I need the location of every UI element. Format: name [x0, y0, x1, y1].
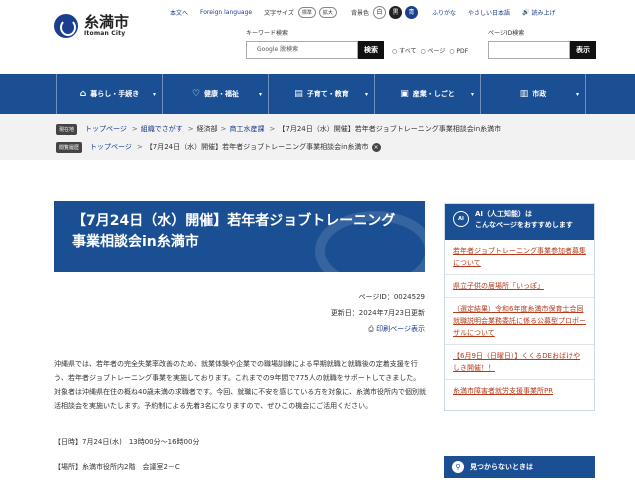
keyword-search-input[interactable]: Google 脱検索	[246, 41, 358, 59]
current-location-tag: 現在地	[56, 123, 78, 135]
chevron-down-icon: ▾	[152, 90, 156, 98]
nav-item-city-gov[interactable]: ▥ 市政 ▾	[480, 74, 586, 114]
breadcrumb-separator: >	[136, 143, 143, 151]
breadcrumb-top[interactable]: トップページ	[85, 124, 127, 134]
recommend-link[interactable]: 県立子供の居場所「いっぽ」	[445, 275, 594, 298]
heart-icon: ♡	[191, 89, 201, 99]
recommend-link[interactable]: （選定結果）令和6年度糸満市保育士合同就職説明会業務委託に係る公募型プロポーザル…	[445, 298, 594, 345]
ai-recommend-box: AI AI（人工知能）は こんなページをおすすめします 若年者ジョブトレーニング…	[444, 203, 595, 411]
history-tag: 閲覧履歴	[56, 141, 83, 153]
ai-recommend-title: AI（人工知能）は こんなページをおすすめします	[475, 210, 573, 229]
radio-icon[interactable]: ○	[392, 48, 397, 55]
city-name: 糸満市	[84, 13, 130, 31]
contrast-label: 背景色	[350, 10, 369, 17]
page-id-search-label: ページID検索	[488, 30, 525, 37]
breadcrumb-org[interactable]: 組織でさがす	[141, 124, 183, 134]
recommend-link[interactable]: 若年者ジョブトレーニング事業参加者募集について	[445, 240, 594, 275]
city-name-en: Itoman City	[84, 30, 126, 37]
scope-all[interactable]: すべて	[399, 48, 416, 55]
chevron-down-icon: ▾	[258, 90, 262, 98]
radio-icon[interactable]: ○	[420, 48, 425, 55]
print-link-text[interactable]: 印刷ページ表示	[376, 325, 425, 333]
recommend-link[interactable]: 【6月9日（日曜日）】くくるDEおばけやしき開催！！	[445, 345, 594, 380]
global-nav: ⌂ 暮らし・手続き ▾ ♡ 健康・福祉 ▾ ▤ 子育て・教育 ▾ ▣ 産業・しごと ▾ ▥ 市政 ▾	[0, 74, 635, 114]
search-icon: ⚲	[452, 461, 464, 473]
scope-page[interactable]: ページ	[428, 48, 446, 55]
event-place: 【場所】糸満市役所内2階 会議室2－C	[54, 463, 180, 471]
book-icon: ▤	[294, 89, 303, 99]
page-id-search-button[interactable]: 表示	[570, 41, 596, 59]
breadcrumb-separator: >	[187, 125, 194, 133]
contrast-black-button[interactable]: 黒	[388, 6, 402, 19]
breadcrumb-dept: 経済部	[196, 125, 218, 133]
nav-item-health[interactable]: ♡ 健康・福祉 ▾	[162, 74, 268, 114]
printer-icon: ⎙	[368, 325, 377, 333]
search-scope-options: ○ すべて ○ ページ ○ PDF	[392, 46, 468, 55]
house-icon: ⌂	[79, 89, 87, 99]
recommend-link[interactable]: 糸満市障害者就労支援事業所PR	[445, 380, 594, 402]
not-found-button[interactable]: ⚲ 見つからないときは	[444, 456, 595, 478]
radio-icon[interactable]: ○	[449, 48, 454, 55]
chevron-down-icon: ▾	[575, 90, 579, 98]
updated-date: 更新日：2024年7月23日更新	[330, 309, 425, 317]
ai-recommend-header: AI AI（人工知能）は こんなページをおすすめします	[445, 204, 594, 240]
not-found-label: 見つからないときは	[470, 463, 533, 471]
furigana-link[interactable]: ふりがな	[432, 8, 456, 17]
utility-bar: 本文へ Foreign language 文字サイズ 標準 拡大 背景色 白 黒…	[170, 6, 555, 19]
breadcrumb-section[interactable]: 商工水産課	[230, 124, 265, 134]
font-size-label: 文字サイズ	[264, 10, 294, 17]
breadcrumb-separator: >	[269, 125, 276, 133]
ai-icon: AI	[453, 211, 469, 227]
nav-label: 子育て・教育	[306, 90, 349, 98]
breadcrumb: 現在地 トップページ > 組織でさがす > 経済部 > 商工水産課 > 【7月24日（水…	[56, 120, 635, 138]
article-body: 沖縄県では、若年者の完全失業率改善のため、就業体験や企業での職場訓練による早期就…	[54, 360, 426, 410]
site-header: 糸満市 Itoman City 本文へ Foreign language 文字サ…	[0, 0, 635, 74]
nav-label: 産業・しごと	[412, 90, 455, 98]
page-id: ページID：0024529	[358, 293, 426, 301]
chevron-down-icon: ▾	[470, 90, 474, 98]
page-title-banner: 【7月24日（水）開催】若年者ジョブトレーニング事業相談会in糸満市	[54, 201, 425, 272]
breadcrumb-current: 【7月24日（水）開催】若年者ジョブトレーニング事業相談会in糸満市	[278, 125, 502, 133]
close-icon[interactable]: ×	[371, 142, 381, 152]
breadcrumb-separator: >	[131, 125, 138, 133]
nav-item-industry[interactable]: ▣ 産業・しごと ▾	[374, 74, 480, 114]
keyword-search-label: キーワード検索	[246, 30, 289, 37]
building-icon: ▥	[519, 89, 529, 99]
contrast-white-button[interactable]: 白	[372, 6, 386, 19]
event-datetime: 【日時】7月24日(水) 13時00分～16時00分	[54, 438, 200, 446]
easy-japanese-link[interactable]: やさしい日本語	[468, 8, 510, 17]
breadcrumb-area: 現在地 トップページ > 組織でさがす > 経済部 > 商工水産課 > 【7月24日（水…	[0, 114, 635, 160]
font-size-large-button[interactable]: 拡大	[318, 7, 337, 18]
page-id-input[interactable]	[488, 41, 570, 59]
contrast-blue-button[interactable]: 青	[404, 6, 418, 19]
skip-to-content-link[interactable]: 本文へ	[170, 8, 188, 17]
nav-item-childcare[interactable]: ▤ 子育て・教育 ▾	[268, 74, 374, 114]
print-link[interactable]: ⎙ 印刷ページ表示	[368, 324, 425, 334]
nav-label: 暮らし・手続き	[90, 90, 140, 98]
read-aloud-link[interactable]: 読み上げ	[531, 8, 555, 17]
briefcase-icon: ▣	[400, 89, 409, 99]
history-breadcrumb: 閲覧履歴 トップページ > 【7月24日（水）開催】若年者ジョブトレーニング事業相…	[56, 138, 635, 156]
scope-pdf[interactable]: PDF	[456, 48, 468, 55]
speaker-icon: 🔊	[521, 9, 530, 16]
history-top[interactable]: トップページ	[90, 142, 132, 152]
nav-item-living[interactable]: ⌂ 暮らし・手続き ▾	[56, 74, 162, 114]
chevron-down-icon: ▾	[364, 90, 368, 98]
foreign-language-link[interactable]: Foreign language	[200, 9, 252, 16]
city-emblem-icon	[54, 14, 78, 38]
keyword-search-button[interactable]: 検索	[358, 41, 384, 59]
site-logo[interactable]: 糸満市 Itoman City	[54, 14, 129, 38]
nav-label: 健康・福祉	[204, 90, 240, 98]
nav-label: 市政	[532, 90, 547, 98]
history-current: 【7月24日（水）開催】若年者ジョブトレーニング事業相談会in糸満市	[145, 143, 369, 151]
breadcrumb-separator: >	[220, 125, 227, 133]
font-size-standard-button[interactable]: 標準	[297, 7, 316, 18]
